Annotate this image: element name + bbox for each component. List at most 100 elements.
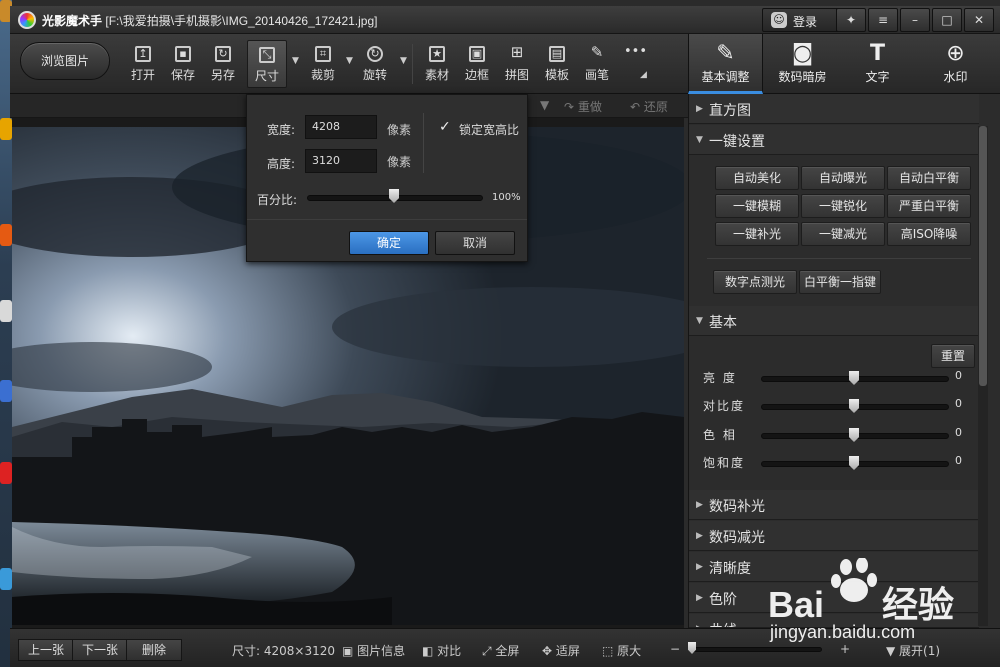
panel-scrollbar[interactable] <box>978 126 988 626</box>
brush-button[interactable]: ✎ 画笔 <box>576 40 618 88</box>
menu-icon[interactable]: ≡ <box>868 8 898 32</box>
section-histogram[interactable]: ▶ 直方图 <box>689 94 979 124</box>
template-label: 模板 <box>544 68 569 82</box>
spot-metering-button[interactable]: 数字点测光 <box>713 270 797 294</box>
section-basic[interactable]: ▼ 基本 <box>689 306 979 336</box>
rotate-dropdown-icon[interactable]: ▼ <box>400 56 407 66</box>
border-button[interactable]: ▣ 边框 <box>456 40 498 88</box>
restore-label: 还原 <box>643 100 668 114</box>
close-button[interactable]: ✕ <box>964 8 994 32</box>
hue-thumb[interactable] <box>849 428 859 442</box>
contrast-slider-row: 对比度 0 <box>703 396 973 416</box>
login-button[interactable]: ☺ 登录 <box>762 8 844 32</box>
zoom-thumb[interactable] <box>688 642 696 654</box>
high-iso-denoise-button[interactable]: 高ISO降噪 <box>887 222 971 246</box>
collage-button[interactable]: ⊞ 拼图 <box>496 40 538 88</box>
save-icon: ▪ <box>175 46 191 62</box>
section-digital-fill-light[interactable]: ▶ 数码补光 <box>689 490 979 520</box>
window-title: 光影魔术手 [F:\我爱拍摄\手机摄影\IMG_20140426_172421.… <box>42 12 378 29</box>
zoom-out-icon[interactable]: − <box>670 642 680 656</box>
adjust-panel: ▶ 直方图 ▼ 一键设置 自动美化 自动曝光 自动白平衡 一键模糊 一键锐化 严重白… <box>688 94 1000 628</box>
crop-icon: ⌗ <box>315 46 331 62</box>
rotate-icon: ↻ <box>367 46 383 62</box>
fullscreen-button[interactable]: ⤢ 全屏 <box>482 642 519 659</box>
basic-label: 基本 <box>709 315 737 331</box>
oneclick-fill-light-button[interactable]: 一键补光 <box>715 222 799 246</box>
browse-images-button[interactable]: 浏览图片 <box>20 42 110 80</box>
tab-basic-adjust[interactable]: ✎ 基本调整 <box>688 34 763 94</box>
contrast-label: 对比度 <box>703 399 746 413</box>
baidu-watermark: Bai 经验 jingyan.baidu.com <box>768 557 1000 648</box>
height-label: 高度: <box>267 157 296 171</box>
rotate-button[interactable]: ↻ 旋转 <box>354 40 396 88</box>
oneclick-blur-button[interactable]: 一键模糊 <box>715 194 799 218</box>
contrast-value: 0 <box>955 397 962 410</box>
tab-watermark[interactable]: ⊕ 水印 <box>918 34 993 94</box>
crop-dropdown-icon[interactable]: ▼ <box>346 56 353 66</box>
scrollbar-thumb[interactable] <box>979 126 987 386</box>
tab-text-label: 文字 <box>865 70 890 84</box>
image-info-button[interactable]: ▣ 图片信息 <box>342 642 405 659</box>
minimize-button[interactable]: – <box>900 8 930 32</box>
tab-digital-darkroom[interactable]: ◙ 数码暗房 <box>765 34 840 94</box>
saturation-slider-row: 饱和度 0 <box>703 453 973 473</box>
width-label: 宽度: <box>267 123 296 137</box>
section-digital-reduce-light[interactable]: ▶ 数码减光 <box>689 521 979 551</box>
levels-label: 色阶 <box>709 592 737 608</box>
brush-icon: ✎ <box>590 43 604 61</box>
lock-ratio-checkbox[interactable]: ✓ <box>439 120 453 135</box>
next-image-button[interactable]: 下一张 <box>72 639 128 661</box>
cancel-button[interactable]: 取消 <box>435 231 515 255</box>
save-button[interactable]: ▪ 保存 <box>162 40 204 88</box>
tab-text[interactable]: T 文字 <box>840 34 915 94</box>
brush-label: 画笔 <box>584 68 609 82</box>
title-bar: 光影魔术手 [F:\我爱拍摄\手机摄影\IMG_20140426_172421.… <box>10 6 1000 34</box>
material-button[interactable]: ★ 素材 <box>416 40 458 88</box>
auto-exposure-button[interactable]: 自动曝光 <box>801 166 885 190</box>
maximize-button[interactable]: □ <box>932 8 962 32</box>
save-as-button[interactable]: ↻ 另存 <box>202 40 244 88</box>
more-icon: ••• <box>624 44 648 59</box>
skin-icon[interactable]: ✦ <box>836 8 866 32</box>
original-size-button[interactable]: ⬚ 原大 <box>602 642 641 659</box>
app-window: 光影魔术手 [F:\我爱拍摄\手机摄影\IMG_20140426_172421.… <box>0 0 1000 667</box>
fit-screen-label: 适屏 <box>555 644 580 658</box>
section-oneclick[interactable]: ▼ 一键设置 <box>689 125 979 155</box>
more-dropdown-icon[interactable]: ◢ <box>640 70 647 80</box>
compare-button[interactable]: ◧ 对比 <box>422 642 461 659</box>
main-toolbar: 浏览图片 ↥ 打开 ▪ 保存 ↻ 另存 ⤡ 尺寸 ▼ ⌗ 裁剪 ▼ ↻ 旋转 ▼ ★ 素材 ▣… <box>10 34 1000 94</box>
restore-button[interactable]: ↶ 还原 <box>630 98 668 115</box>
height-input[interactable]: 3120 <box>305 149 377 173</box>
dialog-footer-divider <box>247 219 527 220</box>
severe-white-balance-button[interactable]: 严重白平衡 <box>887 194 971 218</box>
resize-dropdown-icon[interactable]: ▼ <box>292 56 299 66</box>
resize-button[interactable]: ⤡ 尺寸 <box>247 40 287 88</box>
original-size-label: 原大 <box>617 644 642 658</box>
ok-button[interactable]: 确定 <box>349 231 429 255</box>
undo-dropdown-icon[interactable]: ▼ <box>540 98 549 112</box>
saturation-label: 饱和度 <box>703 456 746 470</box>
template-button[interactable]: ▤ 模板 <box>536 40 578 88</box>
watermark-icon: ⊕ <box>946 41 965 66</box>
reset-button[interactable]: 重置 <box>931 344 975 368</box>
login-label: 登录 <box>793 15 818 29</box>
open-button[interactable]: ↥ 打开 <box>122 40 164 88</box>
fit-screen-button[interactable]: ✥ 适屏 <box>542 642 580 659</box>
oneclick-reduce-light-button[interactable]: 一键减光 <box>801 222 885 246</box>
crop-button[interactable]: ⌗ 裁剪 <box>302 40 344 88</box>
brightness-thumb[interactable] <box>849 371 859 385</box>
auto-beautify-button[interactable]: 自动美化 <box>715 166 799 190</box>
auto-white-balance-button[interactable]: 自动白平衡 <box>887 166 971 190</box>
white-balance-picker-button[interactable]: 白平衡一指键 <box>799 270 881 294</box>
digital-reduce-light-label: 数码减光 <box>709 530 765 546</box>
width-input[interactable]: 4208 <box>305 115 377 139</box>
fullscreen-label: 全屏 <box>495 644 520 658</box>
save-label: 保存 <box>170 68 195 82</box>
more-button[interactable]: ••• <box>614 40 650 88</box>
saturation-thumb[interactable] <box>849 456 859 470</box>
oneclick-sharpen-button[interactable]: 一键锐化 <box>801 194 885 218</box>
prev-image-button[interactable]: 上一张 <box>18 639 74 661</box>
redo-button[interactable]: ↷ 重做 <box>564 98 602 115</box>
contrast-thumb[interactable] <box>849 399 859 413</box>
delete-button[interactable]: 删除 <box>126 639 182 661</box>
